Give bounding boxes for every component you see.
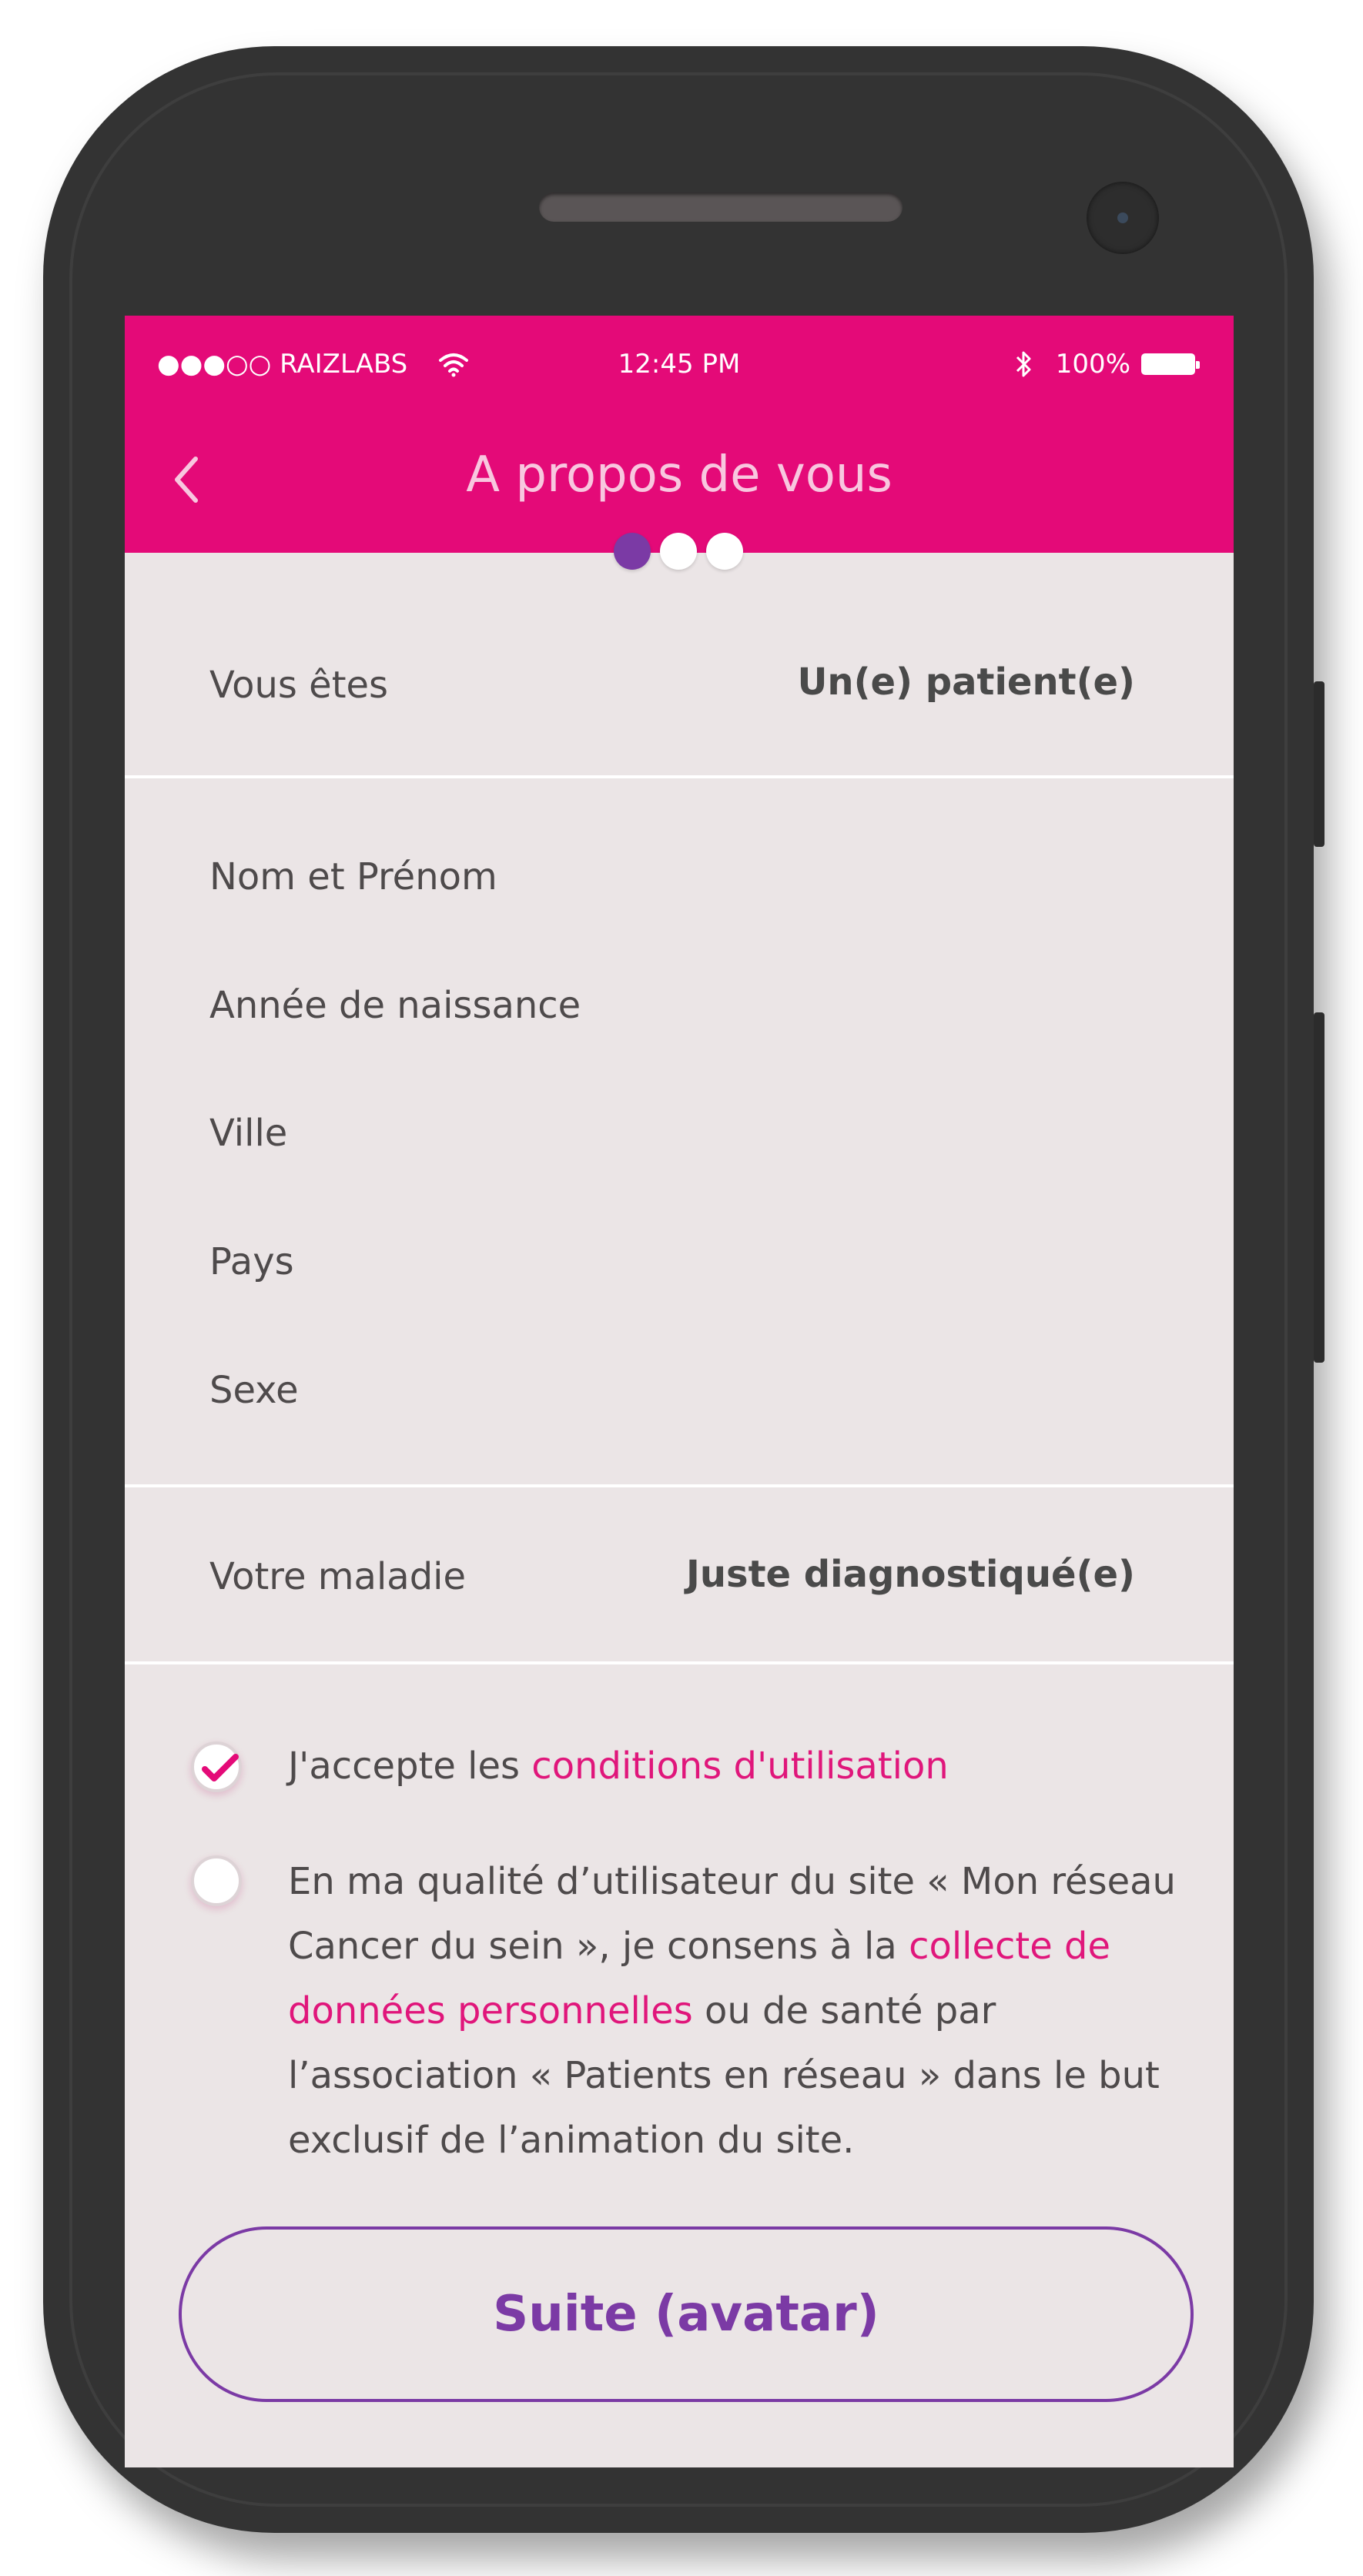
next-avatar-button[interactable]: Suite (avatar) (179, 2226, 1194, 2402)
volume-button (1314, 681, 1324, 847)
battery-label: 100% (1055, 349, 1130, 380)
app-header: ●●●○○ RAIZLABS 12:45 PM 100% A propos de… (125, 316, 1234, 553)
step-indicator (614, 533, 743, 570)
divider (125, 775, 1234, 778)
terms-link[interactable]: conditions d'utilisation (531, 1745, 948, 1788)
app-screen: ●●●○○ RAIZLABS 12:45 PM 100% A propos de… (125, 316, 1234, 2467)
terms-text: J'accepte les (288, 1745, 532, 1788)
field-country[interactable]: Pays (209, 1237, 294, 1286)
field-city[interactable]: Ville (209, 1109, 287, 1158)
front-camera (1087, 182, 1159, 254)
divider (125, 1661, 1234, 1664)
data-consent-text: En ma qualité d’utilisateur du site « Mo… (288, 1849, 1220, 2173)
field-birth-year[interactable]: Année de naissance (209, 981, 581, 1030)
terms-consent-text: J'accepte les conditions d'utilisation (288, 1734, 1220, 1798)
page-title: A propos de vous (466, 447, 892, 503)
profile-type-value: Un(e) patient(e) (797, 661, 1135, 704)
battery-icon (1141, 353, 1200, 375)
speaker-grille (539, 192, 903, 222)
divider (125, 1484, 1234, 1487)
status-right-group: 100% (1014, 345, 1200, 383)
terms-checkbox[interactable] (191, 1741, 242, 1792)
step-dot-1 (614, 533, 651, 570)
field-name[interactable]: Nom et Prénom (209, 852, 497, 902)
step-dot-2 (660, 533, 697, 570)
profile-type-label: Vous êtes (209, 664, 389, 707)
power-button (1314, 1012, 1324, 1363)
checkmark-icon (202, 1754, 239, 1781)
disease-label: Votre maladie (209, 1555, 467, 1598)
disease-value: Juste diagnostiqué(e) (685, 1553, 1135, 1596)
field-sex[interactable]: Sexe (209, 1366, 299, 1415)
bluetooth-icon (1016, 351, 1031, 377)
data-consent-checkbox[interactable] (191, 1855, 242, 1906)
step-dot-3 (706, 533, 743, 570)
